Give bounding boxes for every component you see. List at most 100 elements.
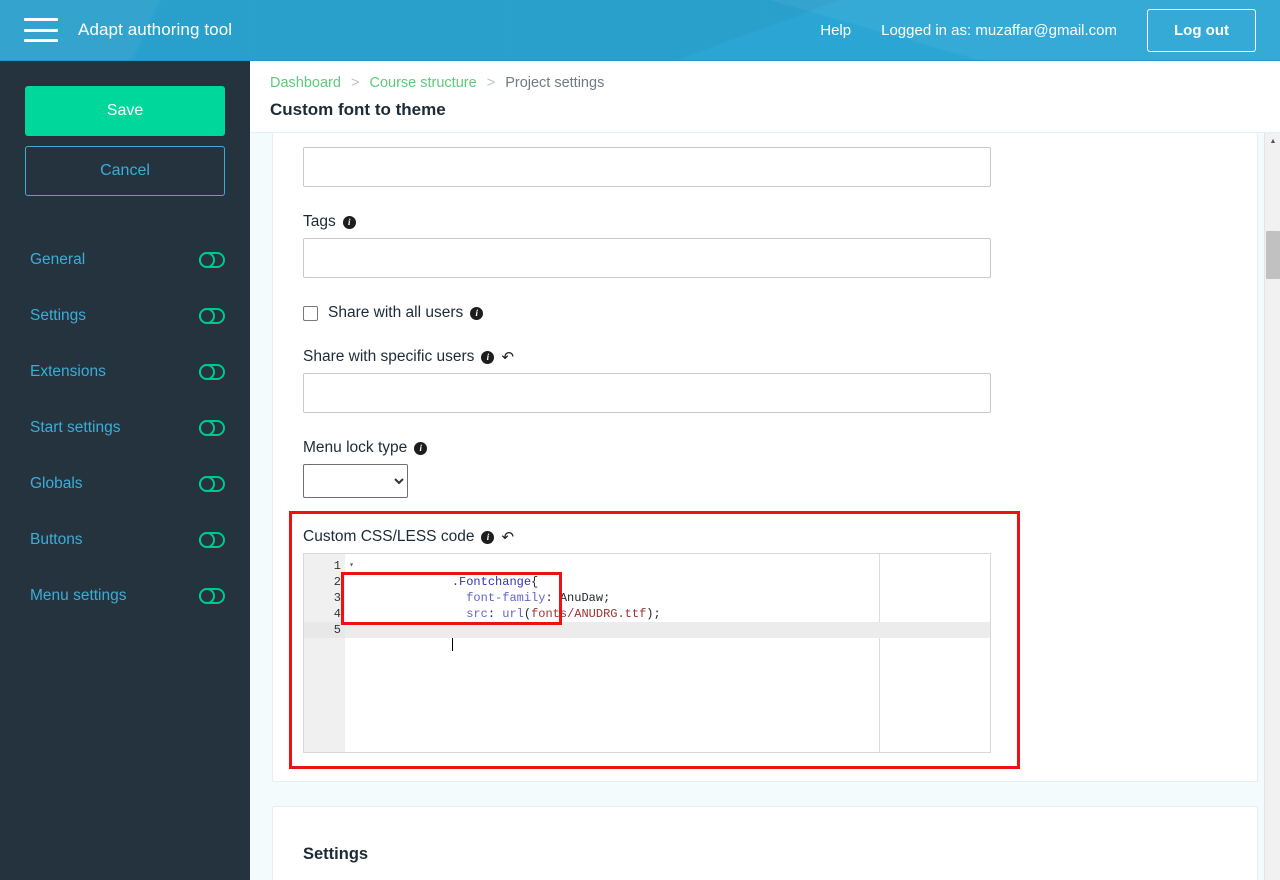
- hamburger-icon[interactable]: [24, 18, 58, 42]
- info-icon[interactable]: i: [470, 306, 484, 320]
- tags-label: Tags i: [303, 213, 1227, 231]
- toggle-knob: [199, 588, 215, 604]
- sidebar-item-general[interactable]: General: [0, 232, 250, 288]
- vertical-scrollbar[interactable]: ▲: [1264, 133, 1280, 880]
- sidebar-item-start-settings[interactable]: Start settings: [0, 400, 250, 456]
- hamburger-bar: [24, 39, 58, 42]
- custom-css-label: Custom CSS/LESS code i ↶: [303, 528, 1227, 546]
- top-bar-right-group: Help Logged in as: muzaffar@gmail.com Lo…: [820, 8, 1280, 52]
- main-content: Dashboard > Course structure > Project s…: [250, 61, 1280, 880]
- sidebar-item-label: Settings: [30, 307, 87, 324]
- toggle-icon[interactable]: [199, 532, 225, 548]
- line-number: 3: [333, 591, 341, 605]
- info-icon[interactable]: i: [342, 215, 356, 229]
- toggle-knob: [199, 252, 215, 268]
- toggle-icon[interactable]: [199, 364, 225, 380]
- toggle-knob: [199, 420, 215, 436]
- sidebar-item-globals[interactable]: Globals: [0, 456, 250, 512]
- toggle-knob: [199, 308, 215, 324]
- sidebar-item-label: Menu settings: [30, 587, 127, 604]
- custom-css-field: Custom CSS/LESS code i ↶ 1 ▾ 2 3 4 5 .Fo…: [289, 511, 1227, 769]
- toggle-knob: [199, 476, 215, 492]
- tags-input[interactable]: [303, 238, 991, 278]
- top-navigation-bar: Adapt authoring tool Help Logged in as: …: [0, 0, 1280, 61]
- scroll-area: Tags i Share with all users i Share with…: [250, 133, 1280, 880]
- project-settings-card: Tags i Share with all users i Share with…: [272, 133, 1258, 782]
- sidebar-item-label: Globals: [30, 475, 83, 492]
- code-line-active: [345, 622, 990, 651]
- help-link[interactable]: Help: [820, 22, 851, 39]
- tags-label-text: Tags: [303, 213, 336, 230]
- code-line: }: [351, 606, 990, 637]
- page-header: Dashboard > Course structure > Project s…: [250, 61, 1280, 133]
- line-number: 2: [333, 575, 341, 589]
- menu-lock-type-label-text: Menu lock type: [303, 439, 408, 456]
- sidebar-item-buttons[interactable]: Buttons: [0, 512, 250, 568]
- cancel-button[interactable]: Cancel: [25, 146, 225, 196]
- scroll-up-arrow-icon[interactable]: ▲: [1265, 133, 1280, 149]
- toggle-knob: [199, 532, 215, 548]
- gutter-line[interactable]: 2: [304, 574, 345, 590]
- sidebar-item-extensions[interactable]: Extensions: [0, 344, 250, 400]
- logout-button[interactable]: Log out: [1147, 8, 1256, 52]
- sidebar-item-label: Start settings: [30, 419, 121, 436]
- save-button[interactable]: Save: [25, 86, 225, 136]
- editor-gutter: 1 ▾ 2 3 4 5: [304, 554, 354, 752]
- top-text-input[interactable]: [303, 147, 991, 187]
- share-with-all-users-checkbox[interactable]: [303, 305, 318, 321]
- share-with-specific-users-label-text: Share with specific users: [303, 348, 475, 365]
- sidebar-nav: General Settings Extensions Start settin…: [0, 232, 250, 624]
- logged-in-user-text: Logged in as: muzaffar@gmail.com: [881, 21, 1118, 39]
- share-with-all-users-label-text: Share with all users: [328, 304, 464, 321]
- sidebar-item-label: Buttons: [30, 531, 83, 548]
- scrollbar-thumb[interactable]: [1266, 231, 1280, 279]
- gutter-line-active[interactable]: 5: [304, 622, 345, 638]
- text-cursor: [451, 638, 453, 651]
- sidebar-item-label: Extensions: [30, 363, 106, 380]
- menu-lock-type-select[interactable]: [303, 464, 408, 498]
- breadcrumb-item-dashboard[interactable]: Dashboard: [270, 75, 341, 91]
- toggle-icon[interactable]: [199, 308, 225, 324]
- editor-code-pane[interactable]: .Fontchange{ font-family: AnuDaw; src: u…: [345, 554, 990, 752]
- custom-css-code-editor[interactable]: 1 ▾ 2 3 4 5 .Fontchange{font-family: An…: [303, 553, 991, 753]
- breadcrumb-item-project-settings: Project settings: [505, 75, 605, 91]
- gutter-line[interactable]: 3: [304, 590, 345, 606]
- toggle-icon[interactable]: [199, 588, 225, 604]
- revert-icon[interactable]: ↶: [501, 530, 514, 545]
- sidebar: Save Cancel General Settings Extensions: [0, 61, 250, 880]
- page-title: Custom font to theme: [270, 100, 446, 119]
- breadcrumb: Dashboard > Course structure > Project s…: [270, 73, 1280, 91]
- info-icon[interactable]: i: [414, 441, 428, 455]
- toggle-knob: [199, 364, 215, 380]
- info-icon[interactable]: i: [481, 530, 495, 544]
- share-with-specific-users-input[interactable]: [303, 373, 991, 413]
- breadcrumb-separator: >: [486, 75, 496, 91]
- custom-css-label-text: Custom CSS/LESS code: [303, 528, 475, 545]
- sidebar-item-settings[interactable]: Settings: [0, 288, 250, 344]
- sidebar-item-menu-settings[interactable]: Menu settings: [0, 568, 250, 624]
- toggle-icon[interactable]: [199, 420, 225, 436]
- code-line: .Fontchange{: [351, 558, 990, 589]
- share-with-all-users-label: Share with all users i: [328, 304, 484, 322]
- settings-card: Settings Menu Classes i: [272, 806, 1258, 880]
- info-icon[interactable]: i: [481, 350, 495, 364]
- app-title: Adapt authoring tool: [78, 20, 233, 39]
- gutter-line[interactable]: 1 ▾: [304, 558, 354, 574]
- line-number: 4: [333, 607, 341, 621]
- sidebar-item-label: General: [30, 251, 86, 268]
- menu-lock-type-label: Menu lock type i: [303, 439, 1227, 457]
- line-number: 1: [333, 559, 341, 573]
- toggle-icon[interactable]: [199, 476, 225, 492]
- breadcrumb-item-course-structure[interactable]: Course structure: [369, 75, 476, 91]
- hamburger-bar: [24, 28, 58, 32]
- revert-icon[interactable]: ↶: [501, 350, 514, 365]
- share-with-all-users-row[interactable]: Share with all users i: [303, 304, 1227, 322]
- toggle-icon[interactable]: [199, 252, 225, 268]
- breadcrumb-separator: >: [350, 75, 360, 91]
- code-line: font-family: AnuDaw;: [351, 574, 990, 605]
- gutter-line[interactable]: 4: [304, 606, 345, 622]
